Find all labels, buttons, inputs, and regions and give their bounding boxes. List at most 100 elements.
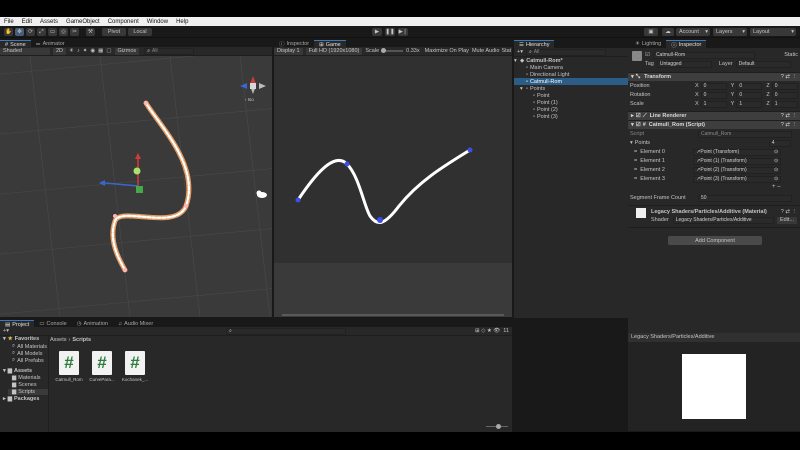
element-1-field[interactable]: ↗Point (1) (Transform) ⊙ [693,157,782,165]
component-menu-icon[interactable]: ? ⇄ ⋮ [781,122,797,128]
drag-handle-icon[interactable]: = [634,176,637,182]
scale-y-field[interactable]: 1 [736,100,763,108]
display-dropdown[interactable]: Display 1 [274,47,303,55]
script-header[interactable]: ▾ ☑ # Catmull_Rom (Script) ? ⇄ ⋮ [628,120,800,129]
lighting-toggle-icon[interactable]: ☀ [69,48,74,54]
packages-folder[interactable]: ▸ ▆ Packages [3,396,39,402]
scene-view[interactable]: ‹ Iso [0,56,272,317]
expand-icon[interactable]: ▸ [3,396,6,402]
points-row[interactable]: ▾ Points 4 [630,139,800,147]
element-3-field[interactable]: ↗Point (3) (Transform) ⊙ [693,175,782,183]
hierarchy-item-point-3[interactable]: ▫ Point (3) [514,113,628,120]
rotation-z-field[interactable]: 0 [771,91,798,99]
mute-audio-toggle[interactable]: Mute Audio [472,48,500,54]
move-tool-icon[interactable]: ✥ [15,28,24,36]
menu-file[interactable]: File [0,19,18,25]
tab-lighting[interactable]: ☀ Lighting [630,40,666,48]
component-menu-icon[interactable]: ? ⇄ ⋮ [781,209,797,215]
hierarchy-scene-row[interactable]: ▾ ◆ Catmull-Rom* [514,57,628,64]
tab-hierarchy[interactable]: ☰ Hierarchy [514,40,555,48]
scale-slider[interactable] [381,48,404,53]
game-view[interactable] [274,56,512,317]
static-toggle[interactable]: Static [784,52,798,58]
hierarchy-item-directional-light[interactable]: ▫ Directional Light [514,71,628,78]
play-button[interactable]: ▶ [372,28,382,36]
local-toggle[interactable]: Local [128,28,152,36]
account-dropdown[interactable]: Account ▾ [676,28,710,36]
hand-tool-icon[interactable]: ✋ [4,28,13,36]
grid-icon[interactable]: ▦ [98,48,103,54]
hierarchy-search-input[interactable]: ⌕ All [525,48,606,56]
breadcrumb-scripts[interactable]: Scripts [72,337,91,343]
pivot-toggle[interactable]: Pivot [102,28,126,36]
position-y-field[interactable]: 0 [736,82,763,90]
position-z-field[interactable]: 0 [771,82,798,90]
drag-handle-icon[interactable]: = [634,167,637,173]
rotate-tool-icon[interactable]: ⟳ [26,28,35,36]
element-2-field[interactable]: ↗Point (2) (Transform) ⊙ [693,166,782,174]
layers-dropdown[interactable]: Layers ▾ [713,28,747,36]
persp-label[interactable]: ‹ Iso [245,97,254,102]
scale-tool-icon[interactable]: ⤢ [37,28,46,36]
enable-checkbox[interactable]: ☑ [636,122,641,128]
object-picker-icon[interactable]: ⊙ [774,158,778,164]
frame-count-field[interactable]: 50 [698,194,792,202]
layer-dropdown[interactable]: Default [735,60,791,68]
object-picker-icon[interactable]: ⊙ [774,167,778,173]
game-scrollbar[interactable] [282,314,504,316]
line-renderer-header[interactable]: ▸ ☑ ⟋ Line Renderer ? ⇄ ⋮ [628,111,800,120]
assets-folder[interactable]: ▾ ▆ Assets [3,368,32,374]
component-menu-icon[interactable]: ? ⇄ ⋮ [781,74,797,80]
custom-tool-icon[interactable]: ✂ [70,28,79,36]
active-checkbox[interactable]: ☑ [645,52,650,58]
favorites-item[interactable]: ⌕ All Materials [12,343,47,350]
enable-checkbox[interactable]: ☑ [636,113,641,119]
material-header[interactable]: Legacy Shaders/Particles/Additive (Mater… [651,208,800,216]
shader-dropdown[interactable]: Legacy Shaders/Particles/Additive [672,216,774,224]
object-name-field[interactable]: Catmull-Rom [652,51,755,59]
menu-window[interactable]: Window [143,19,172,25]
scene-search-input[interactable]: ⌕ All [144,47,195,55]
gizmo-y-arrow-icon[interactable] [135,153,141,159]
shader-edit-button[interactable]: Edit... [776,216,797,224]
menu-edit[interactable]: Edit [18,19,36,25]
object-picker-icon[interactable]: ⊙ [774,176,778,182]
rect-tool-icon[interactable]: ▭ [48,28,57,36]
assets-subfolder-scenes[interactable]: ▆ Scenes [12,382,37,388]
transform-tool-icon[interactable]: ◎ [59,28,68,36]
icon-size-slider-handle[interactable] [496,424,501,429]
rotation-y-field[interactable]: 0 [736,91,763,99]
pause-button[interactable]: ❚❚ [385,28,395,36]
expand-icon[interactable]: ▾ [631,74,634,80]
expand-icon[interactable]: ▾ [630,140,633,146]
favorites-folder[interactable]: ▾ ★ Favorites [3,336,39,342]
cloud-icon[interactable]: ☁ [662,28,674,36]
breadcrumb-assets[interactable]: Assets [50,337,67,343]
assets-subfolder-scripts[interactable]: ▆ Scripts [8,389,48,395]
project-search-input[interactable]: ⌕ [225,327,346,335]
resolution-dropdown[interactable]: Full HD (1920x1080) [305,47,363,55]
project-splitter[interactable] [48,336,49,432]
light-icon[interactable] [256,190,268,199]
hierarchy-item-point-1[interactable]: ▫ Point (1) [514,99,628,106]
scale-z-field[interactable]: 1 [771,100,798,108]
element-0-field[interactable]: ↗Point (Transform) ⊙ [693,148,782,156]
csharp-script-icon[interactable]: # [92,351,112,375]
list-add-remove-buttons[interactable]: + ‒ [772,184,781,190]
scene-point-1[interactable] [184,204,188,208]
effects-icon[interactable]: ✦ [83,48,88,54]
hierarchy-item-catmull-rom[interactable]: ▫ Catmull-Rom [514,78,628,85]
gizmo-plane-handle[interactable] [136,186,143,193]
menu-gameobject[interactable]: GameObject [62,19,104,25]
preview-header[interactable]: Legacy Shaders/Particles/Additive [628,333,800,342]
hidden-objects-icon[interactable]: ◉ [90,48,95,54]
scale-slider-handle[interactable] [381,48,387,53]
gizmo-x-arrow-icon[interactable] [99,180,105,186]
assets-subfolder-materials[interactable]: ▆ Materials [12,375,41,381]
hierarchy-item-point-2[interactable]: ▫ Point (2) [514,106,628,113]
hierarchy-item-point[interactable]: ▫ Point [514,92,628,99]
audio-toggle-icon[interactable]: ♪ [77,48,80,54]
csharp-script-icon[interactable]: # [59,351,79,375]
favorites-item[interactable]: ⌕ All Prefabs [12,357,44,364]
menu-component[interactable]: Component [104,19,143,25]
